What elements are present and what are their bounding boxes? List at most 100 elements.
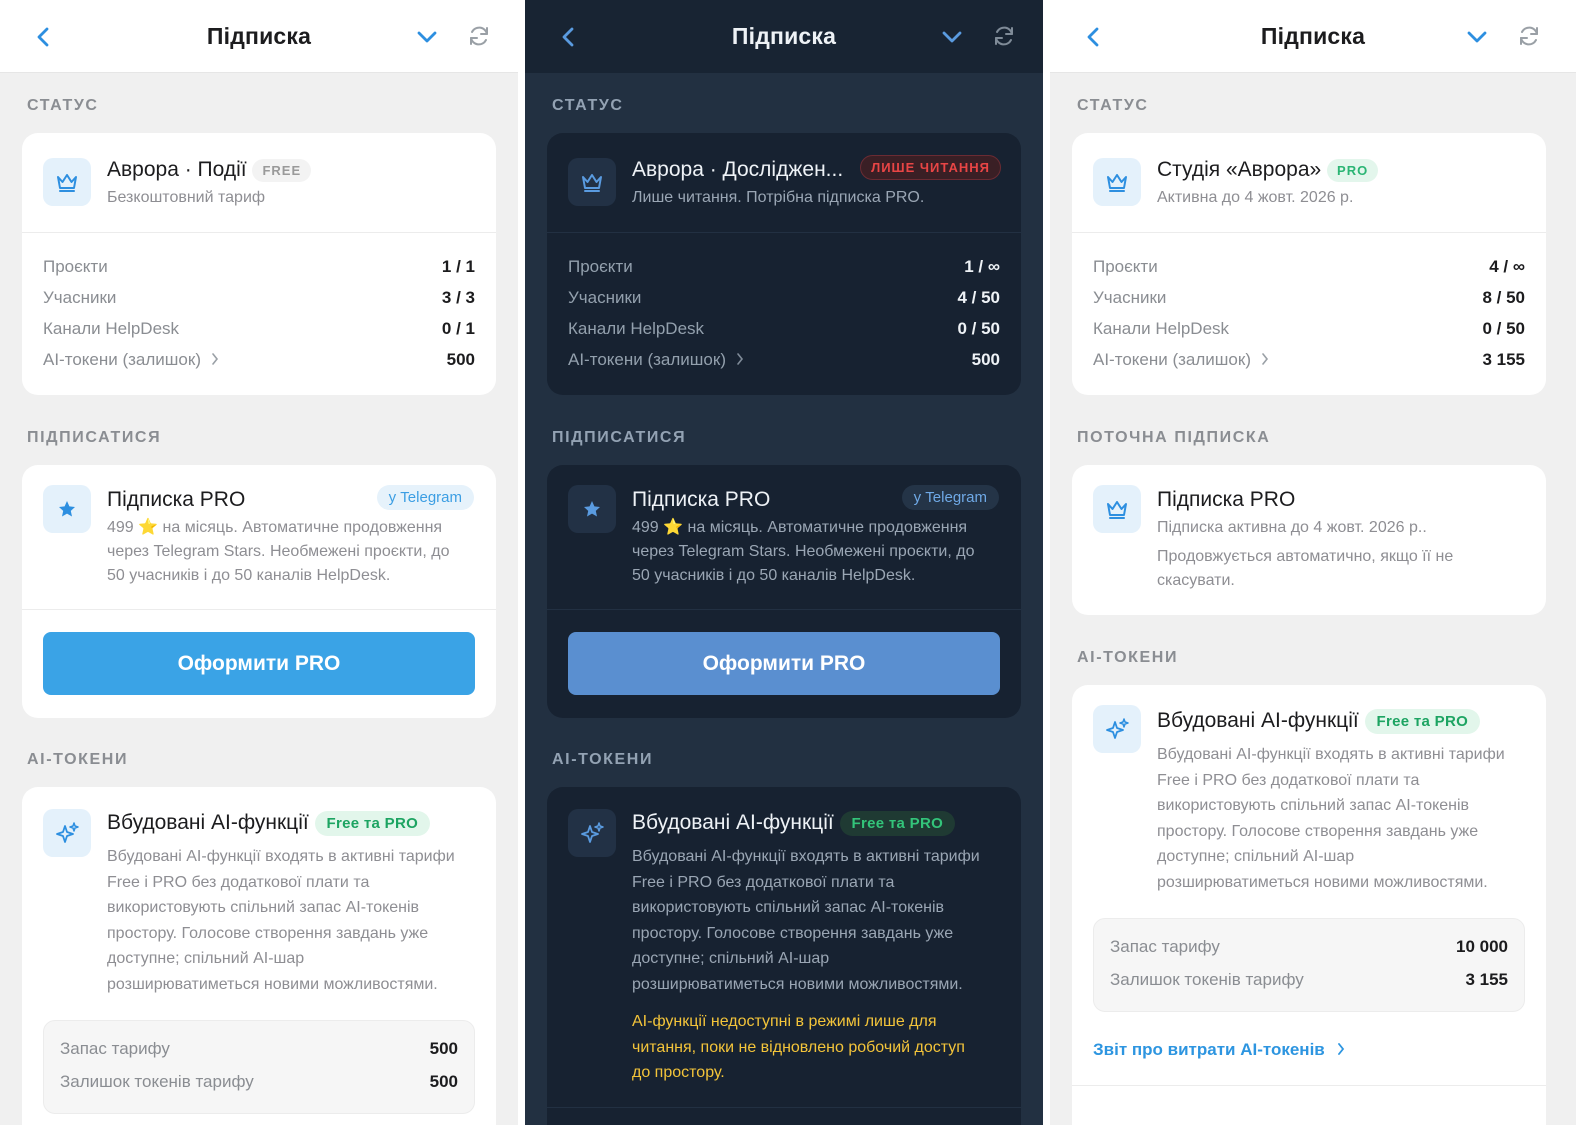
subscribe-pro-button[interactable]: Оформити PRO <box>568 632 1000 695</box>
limit-row-ai-tokens[interactable]: AI-токени (залишок) 500 <box>568 348 1000 372</box>
refresh-icon[interactable] <box>466 23 492 49</box>
subscribe-pro-button[interactable]: Оформити PRO <box>43 632 475 695</box>
limit-row-projects: Проєкти 4 / ∞ <box>1093 257 1525 276</box>
subscription-title: Підписка PRO <box>1157 488 1296 511</box>
limit-row-members: Учасники 4 / 50 <box>568 288 1000 307</box>
chevron-right-icon <box>212 353 219 365</box>
limit-row-members: Учасники 8 / 50 <box>1093 288 1525 307</box>
subscription-description: 499 ⭐ на місяць. Автоматичне продовження… <box>107 519 450 584</box>
chevron-right-icon <box>1338 1043 1345 1055</box>
ai-description: Вбудовані AI-функції входять в активні т… <box>632 848 980 993</box>
quota-row-remaining: Залишок токенів тарифу 3 155 <box>1110 970 1508 989</box>
screen-read-only: Підписка СТАТУС Аврора · Дослiджен... ЛИ… <box>525 0 1043 1125</box>
ai-title-row: Вбудовані AI-функції Free та PRO <box>107 811 431 836</box>
limit-row-ai-tokens[interactable]: AI-токени (залишок) 3 155 <box>1093 348 1525 372</box>
divider <box>22 232 496 233</box>
status-card: Аврора · Дослiджен... ЛИШЕ ЧИТАННЯ Лише … <box>547 133 1021 395</box>
sparkles-icon <box>43 809 91 857</box>
chevron-right-icon <box>737 353 744 365</box>
ai-description: Вбудовані AI-функції входять в активні т… <box>1157 746 1505 891</box>
status-card: Студія «Аврора» PRO Активна до 4 жовт. 2… <box>1072 133 1546 395</box>
refresh-icon[interactable] <box>1516 23 1542 49</box>
top-bar: Підписка <box>0 0 518 73</box>
ai-card: Вбудовані AI-функції Free та PRO Вбудова… <box>547 787 1021 1125</box>
limit-row-projects: Проєкти 1 / ∞ <box>568 257 1000 276</box>
sparkles-icon <box>568 809 616 857</box>
divider <box>547 232 1021 233</box>
section-title-status: СТАТУС <box>1077 97 1149 114</box>
top-bar: Підписка <box>525 0 1043 73</box>
subscription-description: 499 ⭐ на місяць. Автоматичне продовження… <box>632 519 975 584</box>
ai-title: Вбудовані AI-функції <box>1157 709 1359 733</box>
ai-title-row: Вбудовані AI-функції Free та PRO <box>1157 709 1481 734</box>
workspace-name-row: Аврора · Події FREE <box>107 158 312 182</box>
ai-title: Вбудовані AI-функції <box>107 811 309 835</box>
limit-row-helpdesk: Канали HelpDesk 0 / 1 <box>43 319 475 338</box>
refresh-icon[interactable] <box>991 23 1017 49</box>
page-title: Підписка <box>206 22 312 49</box>
subscribe-card: Підписка PRO у Telegram 499 ⭐ на місяць.… <box>22 465 496 718</box>
divider <box>1072 1085 1546 1086</box>
screen-free-plan: Підписка СТАТУС Аврора · Події FREE Безк… <box>0 0 518 1125</box>
divider <box>22 609 496 610</box>
token-quota-box: Запас тарифу 10 000 Залишок токенів тариф… <box>1093 918 1525 1012</box>
crown-icon <box>1093 485 1141 533</box>
chevron-left-icon[interactable] <box>1080 22 1108 52</box>
telegram-badge: у Telegram <box>376 485 474 510</box>
chevron-down-icon[interactable] <box>939 24 965 50</box>
ai-description: Вбудовані AI-функції входять в активні т… <box>107 848 455 993</box>
crown-icon <box>568 158 616 206</box>
subscription-active-until: Підписка активна до 4 жовт. 2026 р.. <box>1157 519 1427 536</box>
page-title: Підписка <box>1260 22 1366 49</box>
workspace-name: Студія «Аврора» <box>1157 158 1322 181</box>
free-pro-badge: Free та PRO <box>1364 709 1481 734</box>
quota-row-remaining: Залишок токенів тарифу 500 <box>60 1072 458 1091</box>
section-title-status: СТАТУС <box>27 97 99 114</box>
section-title-subscribe: ПІДПИСАТИСЯ <box>27 429 162 446</box>
quota-row-plan: Запас тарифу 10 000 <box>1110 937 1508 956</box>
divider <box>1072 232 1546 233</box>
screen-pro-plan: Підписка СТАТУС Студія «Аврора» PRO Акти… <box>1050 0 1576 1125</box>
limit-row-members: Учасники 3 / 3 <box>43 288 475 307</box>
free-pro-badge: Free та PRO <box>839 811 956 836</box>
ai-title-row: Вбудовані AI-функції Free та PRO <box>632 811 956 836</box>
plan-subtitle: Безкоштовний тариф <box>107 189 266 206</box>
section-title-status: СТАТУС <box>552 97 624 114</box>
workspace-name: Аврора · Події <box>107 158 247 181</box>
star-icon <box>43 485 91 533</box>
current-subscription-card: Підписка PRO Підписка активна до 4 жовт.… <box>1072 465 1546 615</box>
chevron-down-icon[interactable] <box>414 24 440 50</box>
section-title-ai-tokens: AI-ТОКЕНИ <box>27 751 129 768</box>
chevron-left-icon[interactable] <box>555 22 583 52</box>
workspace-name: Аврора · Дослiджен... <box>632 158 844 181</box>
divider <box>547 609 1021 610</box>
limit-row-projects: Проєкти 1 / 1 <box>43 257 475 276</box>
chevron-down-icon[interactable] <box>1464 24 1490 50</box>
ai-card: Вбудовані AI-функції Free та PRO Вбудова… <box>1072 685 1546 1125</box>
telegram-badge: у Telegram <box>901 485 999 510</box>
section-title-ai-tokens: AI-ТОКЕНИ <box>552 751 654 768</box>
plan-subtitle: Активна до 4 жовт. 2026 р. <box>1157 189 1354 206</box>
limit-row-helpdesk: Канали HelpDesk 0 / 50 <box>1093 319 1525 338</box>
crown-icon <box>1093 158 1141 206</box>
limit-row-helpdesk: Канали HelpDesk 0 / 50 <box>568 319 1000 338</box>
plan-badge: FREE <box>252 158 312 182</box>
section-title-current-subscription: ПОТОЧНА ПІДПИСКА <box>1077 429 1271 446</box>
limit-row-ai-tokens[interactable]: AI-токени (залишок) 500 <box>43 348 475 372</box>
free-pro-badge: Free та PRO <box>314 811 431 836</box>
ai-token-report-link[interactable]: Звіт про витрати AI-токенів <box>1093 1040 1345 1060</box>
section-title-ai-tokens: AI-ТОКЕНИ <box>1077 649 1179 666</box>
read-only-badge: ЛИШЕ ЧИТАННЯ <box>860 155 1001 180</box>
star-icon <box>568 485 616 533</box>
chevron-right-icon <box>1262 353 1269 365</box>
top-bar: Підписка <box>1050 0 1576 73</box>
subscription-title: Підписка PRO <box>632 488 771 511</box>
sparkles-icon <box>1093 705 1141 753</box>
subscribe-card: Підписка PRO у Telegram 499 ⭐ на місяць.… <box>547 465 1021 718</box>
section-title-subscribe: ПІДПИСАТИСЯ <box>552 429 687 446</box>
plan-subtitle: Лише читання. Потрібна підписка PRO. <box>632 189 925 206</box>
subscription-title: Підписка PRO <box>107 488 246 511</box>
ai-card: Вбудовані AI-функції Free та PRO Вбудова… <box>22 787 496 1125</box>
pro-badge: PRO <box>1327 158 1379 182</box>
chevron-left-icon[interactable] <box>30 22 58 52</box>
